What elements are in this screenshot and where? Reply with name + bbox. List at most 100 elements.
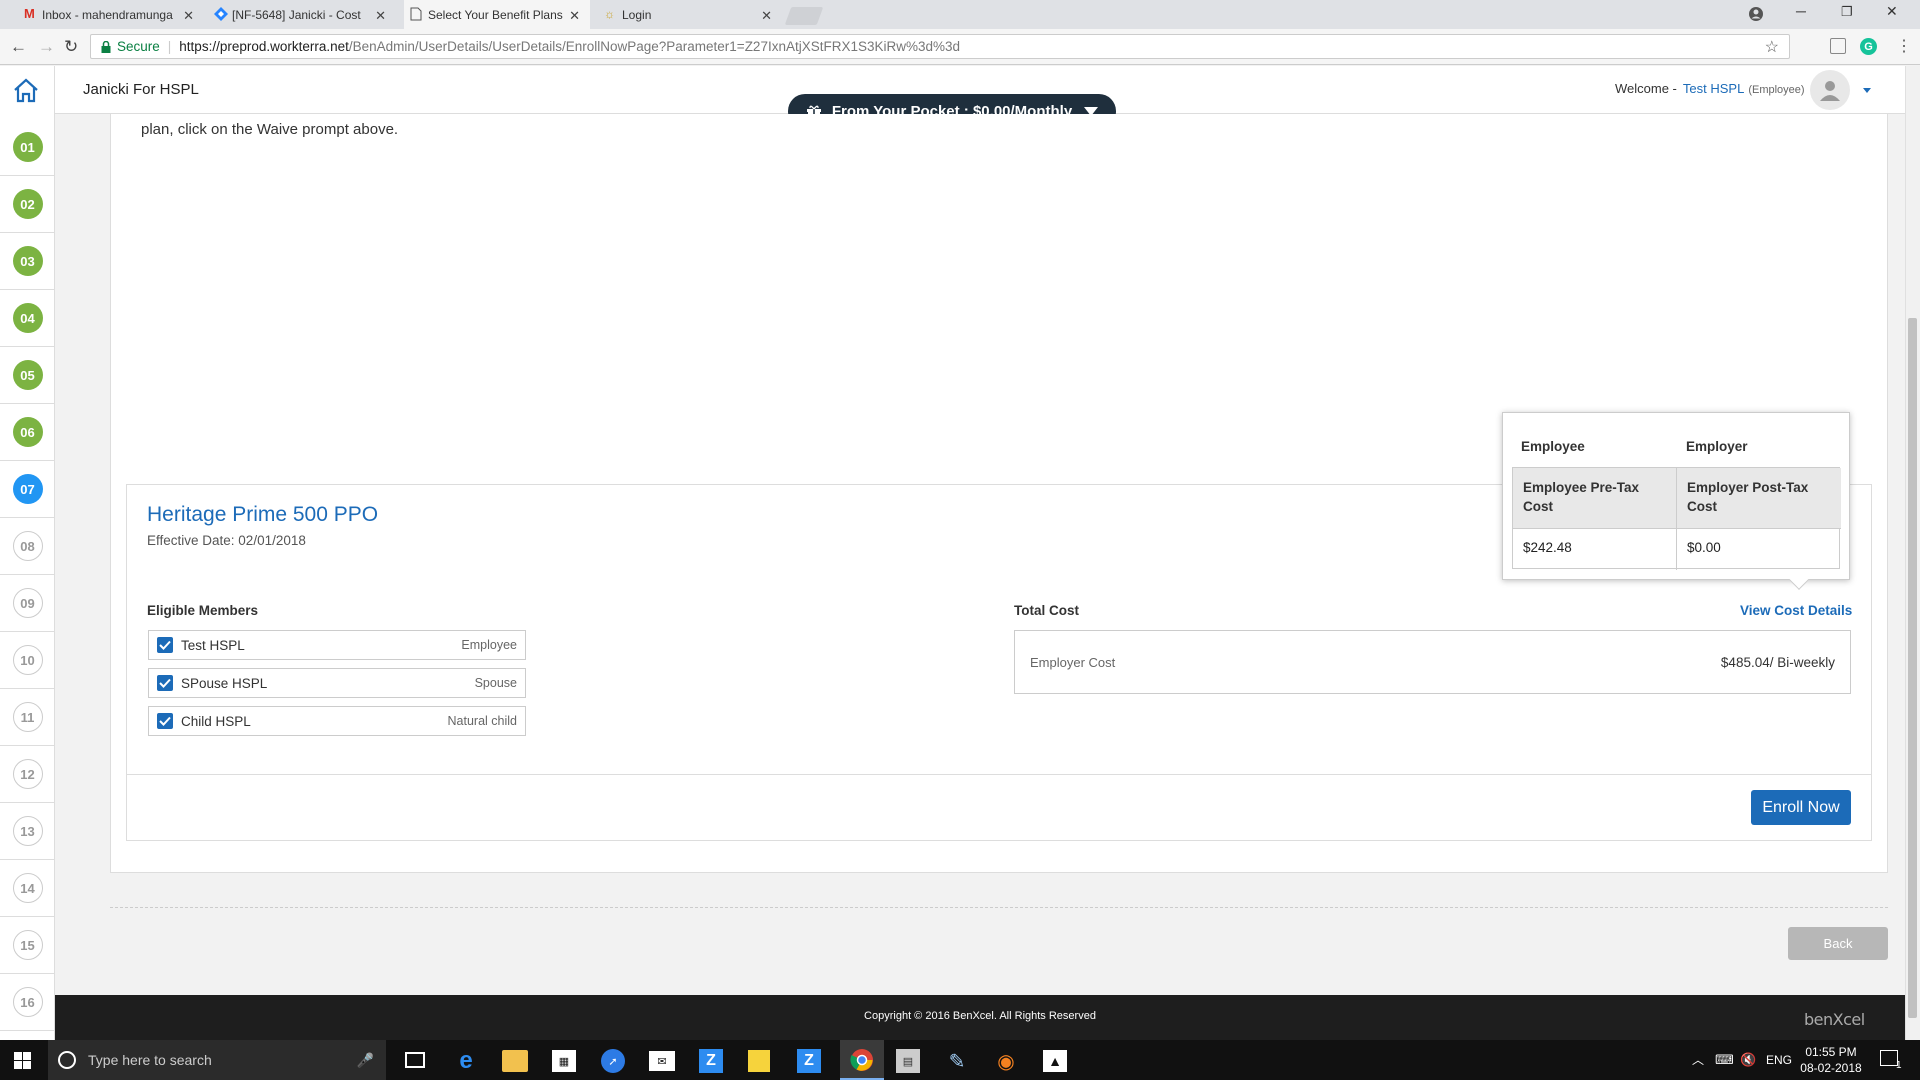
step-05[interactable]: 05: [0, 347, 55, 404]
step-03[interactable]: 03: [0, 233, 55, 290]
search-placeholder: Type here to search: [88, 1052, 212, 1068]
user-icon: [1820, 81, 1840, 101]
popover-cost-table: Employee Pre-Tax Cost Employer Post-Tax …: [1512, 467, 1841, 570]
step-01[interactable]: 01: [0, 119, 55, 176]
zoho-icon-2[interactable]: Z: [797, 1049, 821, 1073]
close-tab-icon[interactable]: ✕: [375, 8, 386, 24]
close-tab-icon[interactable]: ✕: [761, 8, 772, 24]
taskbar-search-box[interactable]: Type here to search 🎤: [48, 1040, 386, 1080]
close-tab-icon[interactable]: ✕: [183, 8, 194, 24]
step-11[interactable]: 11: [0, 689, 55, 746]
member-name: Test HSPL: [181, 637, 245, 653]
step-06[interactable]: 06: [0, 404, 55, 461]
close-tab-icon[interactable]: ✕: [569, 8, 580, 24]
member-row: Test HSPL Employee: [148, 630, 526, 660]
scrollbar-thumb[interactable]: [1908, 318, 1917, 1018]
member-relation: Employee: [461, 638, 517, 652]
view-cost-details-link[interactable]: View Cost Details: [1740, 603, 1852, 618]
back-icon[interactable]: ←: [10, 37, 27, 57]
home-icon[interactable]: [12, 77, 40, 103]
sticky-notes-icon[interactable]: [748, 1050, 770, 1072]
microphone-icon[interactable]: 🎤: [357, 1052, 374, 1069]
menu-icon[interactable]: ⋮: [1896, 36, 1912, 56]
file-explorer-icon[interactable]: [502, 1050, 528, 1072]
mail-icon[interactable]: ✉: [649, 1051, 675, 1071]
url-host: https://preprod.workterra.net: [179, 39, 349, 54]
welcome-label: Welcome -: [1615, 81, 1677, 96]
step-number: 01: [12, 132, 43, 162]
close-window-icon[interactable]: ✕: [1886, 3, 1898, 20]
clock[interactable]: 01:55 PM 08-02-2018: [1800, 1044, 1862, 1076]
check-icon: [159, 640, 171, 650]
volume-icon[interactable]: 🔇: [1740, 1052, 1756, 1068]
enroll-now-button[interactable]: Enroll Now: [1751, 790, 1851, 825]
step-09[interactable]: 09: [0, 575, 55, 632]
store-icon[interactable]: ▦: [552, 1050, 576, 1072]
show-hidden-icons[interactable]: ︿: [1692, 1051, 1704, 1068]
member-checkbox[interactable]: [157, 675, 173, 691]
tab-inbox[interactable]: M Inbox - mahendramunga ✕: [18, 0, 204, 29]
firefox-icon[interactable]: ◉: [994, 1049, 1018, 1073]
tab-login[interactable]: ☼ Login ✕: [598, 0, 782, 29]
step-number: 05: [12, 360, 43, 390]
step-number: 06: [12, 417, 43, 447]
step-number: 04: [12, 303, 43, 333]
step-08[interactable]: 08: [0, 518, 55, 575]
language-indicator[interactable]: ENG: [1766, 1053, 1792, 1067]
step-07[interactable]: 07: [0, 461, 55, 518]
page-icon: [410, 7, 424, 21]
notepad-icon[interactable]: ✎: [945, 1049, 969, 1073]
url-path: /BenAdmin/UserDetails/UserDetails/Enroll…: [348, 39, 961, 54]
member-checkbox[interactable]: [157, 713, 173, 729]
minimize-icon[interactable]: ─: [1796, 3, 1806, 19]
extension-icon[interactable]: [1830, 38, 1846, 54]
step-number: 15: [12, 930, 43, 960]
network-icon[interactable]: ⌨: [1715, 1052, 1734, 1068]
back-button[interactable]: Back: [1788, 927, 1888, 960]
profile-icon[interactable]: [1748, 6, 1764, 22]
step-04[interactable]: 04: [0, 290, 55, 347]
step-12[interactable]: 12: [0, 746, 55, 803]
step-13[interactable]: 13: [0, 803, 55, 860]
internet-explorer-icon[interactable]: e: [453, 1047, 479, 1074]
step-number: 16: [12, 987, 43, 1017]
member-checkbox[interactable]: [157, 637, 173, 653]
tab-jira[interactable]: [NF-5648] Janicki - Cost ✕: [208, 0, 396, 29]
pretax-cost-value: $242.48: [1513, 529, 1677, 570]
step-number: 14: [12, 873, 43, 903]
step-15[interactable]: 15: [0, 917, 55, 974]
step-02[interactable]: 02: [0, 176, 55, 233]
posttax-cost-label: Employer Post-Tax Cost: [1677, 468, 1841, 529]
step-number: 12: [12, 759, 43, 789]
member-row: SPouse HSPL Spouse: [148, 668, 526, 698]
address-bar[interactable]: Secure | https://preprod.workterra.net /…: [90, 34, 1790, 59]
grammarly-icon[interactable]: G: [1860, 38, 1877, 55]
reload-icon[interactable]: ↻: [64, 37, 78, 57]
step-number: 10: [12, 645, 43, 675]
archive-app-icon[interactable]: ▤: [896, 1049, 920, 1073]
member-relation: Natural child: [447, 714, 517, 728]
new-tab-button[interactable]: [784, 7, 824, 25]
tab-benefit-plans[interactable]: Select Your Benefit Plans ✕: [404, 0, 590, 29]
step-number: 02: [12, 189, 43, 219]
browser-app-icon[interactable]: ➚: [601, 1049, 625, 1073]
step-16[interactable]: 16: [0, 974, 55, 1031]
user-name[interactable]: Test HSPL: [1683, 81, 1744, 96]
plan-name[interactable]: Heritage Prime 500 PPO: [147, 503, 378, 527]
user-menu-caret-icon[interactable]: [1863, 88, 1871, 93]
step-number: 13: [12, 816, 43, 846]
restore-icon[interactable]: ❐: [1841, 4, 1853, 20]
task-view-icon[interactable]: [405, 1052, 425, 1068]
windows-start-icon[interactable]: [14, 1052, 31, 1069]
zoho-icon[interactable]: Z: [699, 1049, 723, 1073]
chrome-taskbar-item[interactable]: [840, 1040, 884, 1080]
step-10[interactable]: 10: [0, 632, 55, 689]
step-14[interactable]: 14: [0, 860, 55, 917]
user-role: (Employee): [1748, 84, 1805, 96]
avatar[interactable]: [1810, 70, 1850, 110]
photos-icon[interactable]: ▲: [1043, 1050, 1067, 1072]
member-name: SPouse HSPL: [181, 675, 268, 691]
forward-icon[interactable]: →: [38, 37, 55, 57]
bookmark-star-icon[interactable]: ☆: [1765, 37, 1779, 57]
popover-employee-header: Employee: [1521, 439, 1585, 454]
